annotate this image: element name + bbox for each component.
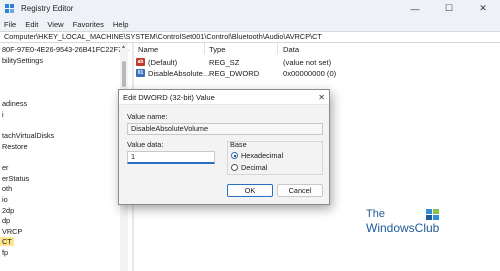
dialog-title: Edit DWORD (32-bit) Value xyxy=(123,93,215,102)
value-data: 0x00000000 (0) xyxy=(283,69,337,78)
thewindowsclub-watermark: The WindowsClub xyxy=(366,208,446,238)
tree-item[interactable]: 2dp xyxy=(2,206,14,215)
dword-value-icon: 01 xyxy=(136,69,145,77)
value-data-label: Value data: xyxy=(127,140,164,149)
radio-unselected-icon xyxy=(231,164,238,171)
value-type: REG_DWORD xyxy=(209,69,260,78)
tree-item[interactable]: erStatus xyxy=(2,174,29,183)
menu-help[interactable]: Help xyxy=(113,20,129,29)
value-row-default[interactable]: ab (Default) REG_SZ (value not set) xyxy=(134,57,500,68)
value-name: DisableAbsolute... xyxy=(148,69,210,78)
tree-item-selected[interactable]: CT xyxy=(0,237,14,246)
menu-bar: File Edit View Favorites Help xyxy=(0,17,500,31)
scroll-up-icon[interactable]: ▲ xyxy=(121,44,126,50)
tree-item[interactable]: oth xyxy=(2,184,12,193)
value-row-disableabsolutevolume[interactable]: 01 DisableAbsolute... REG_DWORD 0x000000… xyxy=(134,68,500,79)
close-button[interactable]: ✕ xyxy=(466,0,500,17)
windowsclub-logo-icon xyxy=(426,209,439,220)
tree-item[interactable]: i xyxy=(2,110,4,119)
tree-item[interactable]: adiness xyxy=(2,99,27,108)
tree-item[interactable]: io xyxy=(2,195,8,204)
registry-editor-app-icon xyxy=(5,3,15,14)
value-name-field[interactable]: DisableAbsoluteVolume xyxy=(127,123,323,135)
column-header-data[interactable]: Data xyxy=(283,45,299,54)
watermark-line2: WindowsClub xyxy=(366,221,440,235)
column-header-type[interactable]: Type xyxy=(209,45,225,54)
minimize-button[interactable]: — xyxy=(398,0,432,17)
menu-view[interactable]: View xyxy=(47,20,63,29)
minimize-icon: — xyxy=(410,3,420,14)
radio-hexadecimal[interactable]: Hexadecimal xyxy=(231,151,283,160)
column-header-name[interactable]: Name xyxy=(138,45,158,54)
radio-decimal[interactable]: Decimal xyxy=(231,163,267,172)
dialog-close-icon[interactable]: ✕ xyxy=(318,90,325,105)
close-icon: ✕ xyxy=(479,3,487,13)
address-bar[interactable]: Computer\HKEY_LOCAL_MACHINE\SYSTEM\Contr… xyxy=(0,31,500,43)
cancel-button[interactable]: Cancel xyxy=(277,184,323,197)
tree-item[interactable]: fp xyxy=(2,248,8,257)
maximize-button[interactable]: ☐ xyxy=(432,0,466,17)
watermark-line1: The xyxy=(366,208,385,220)
title-bar: Registry Editor — ☐ ✕ xyxy=(0,0,500,17)
dialog-title-bar: Edit DWORD (32-bit) Value ✕ xyxy=(119,90,329,105)
radio-selected-icon xyxy=(231,152,238,159)
window-title: Registry Editor xyxy=(21,4,74,13)
string-value-icon: ab xyxy=(136,58,145,66)
tree-item[interactable]: 80F-97E0-4E26-9543-26B41FC22F79} xyxy=(2,45,129,54)
menu-file[interactable]: File xyxy=(4,20,16,29)
tree-item[interactable]: dp xyxy=(2,216,10,225)
menu-favorites[interactable]: Favorites xyxy=(73,20,104,29)
radio-label: Hexadecimal xyxy=(241,151,284,160)
value-type: REG_SZ xyxy=(209,58,240,67)
scrollbar-thumb[interactable] xyxy=(122,61,126,87)
tree-item[interactable]: Restore xyxy=(2,142,28,151)
tree-item[interactable]: VRCP xyxy=(2,227,22,236)
edit-dword-dialog: Edit DWORD (32-bit) Value ✕ Value name: … xyxy=(118,89,330,205)
key-tree: 80F-97E0-4E26-9543-26B41FC22F79} bilityS… xyxy=(0,43,132,271)
tree-item[interactable]: tachVirtualDisks xyxy=(2,131,54,140)
value-name: (Default) xyxy=(148,58,178,67)
radio-label: Decimal xyxy=(241,163,268,172)
maximize-icon: ☐ xyxy=(444,3,454,13)
tree-item[interactable]: er xyxy=(2,163,9,172)
menu-edit[interactable]: Edit xyxy=(25,20,38,29)
tree-item[interactable]: bilitySettings xyxy=(2,56,43,65)
value-data: (value not set) xyxy=(283,58,332,67)
value-data-field[interactable]: 1 xyxy=(127,151,215,164)
ok-button[interactable]: OK xyxy=(227,184,273,197)
value-name-label: Value name: xyxy=(127,112,168,121)
